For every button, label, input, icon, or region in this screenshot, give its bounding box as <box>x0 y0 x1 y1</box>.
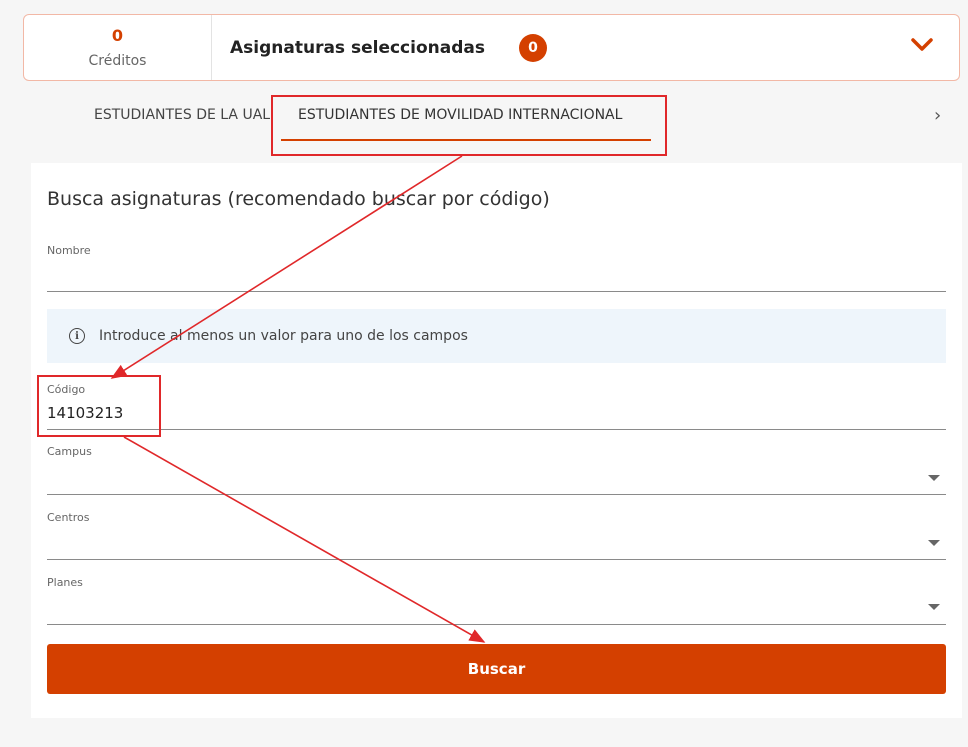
selected-count-badge: 0 <box>518 33 547 62</box>
campus-field-line <box>47 494 946 495</box>
planes-field-line <box>47 624 946 625</box>
chevron-down-icon[interactable] <box>911 38 933 52</box>
annotation-box-tab <box>271 95 667 156</box>
selected-subjects-title: Asignaturas seleccionadas <box>230 37 485 58</box>
dropdown-arrow-icon[interactable] <box>928 475 940 481</box>
info-text: Introduce al menos un valor para uno de … <box>99 328 468 344</box>
credits-value: 0 <box>111 25 124 45</box>
planes-label: Planes <box>47 576 83 589</box>
info-icon: i <box>69 328 85 344</box>
selection-summary: 0 Créditos Asignaturas seleccionadas 0 <box>23 14 960 81</box>
dropdown-arrow-icon[interactable] <box>928 540 940 546</box>
campus-label: Campus <box>47 445 92 458</box>
chevron-right-icon[interactable]: › <box>934 105 941 126</box>
credits-label: Créditos <box>88 52 147 69</box>
credits-box: 0 Créditos <box>24 15 212 80</box>
nombre-field-line <box>47 291 946 292</box>
search-form: Busca asignaturas (recomendado buscar po… <box>31 163 962 718</box>
form-title: Busca asignaturas (recomendado buscar po… <box>47 188 550 210</box>
buscar-button[interactable]: Buscar <box>47 644 946 694</box>
tab-estudiantes-ual[interactable]: ESTUDIANTES DE LA UAL <box>94 107 270 123</box>
codigo-field-line <box>47 429 946 430</box>
centros-field-line <box>47 559 946 560</box>
dropdown-arrow-icon[interactable] <box>928 604 940 610</box>
centros-label: Centros <box>47 511 90 524</box>
nombre-label: Nombre <box>47 244 91 257</box>
info-message: i Introduce al menos un valor para uno d… <box>47 309 946 363</box>
annotation-box-codigo <box>37 375 161 437</box>
